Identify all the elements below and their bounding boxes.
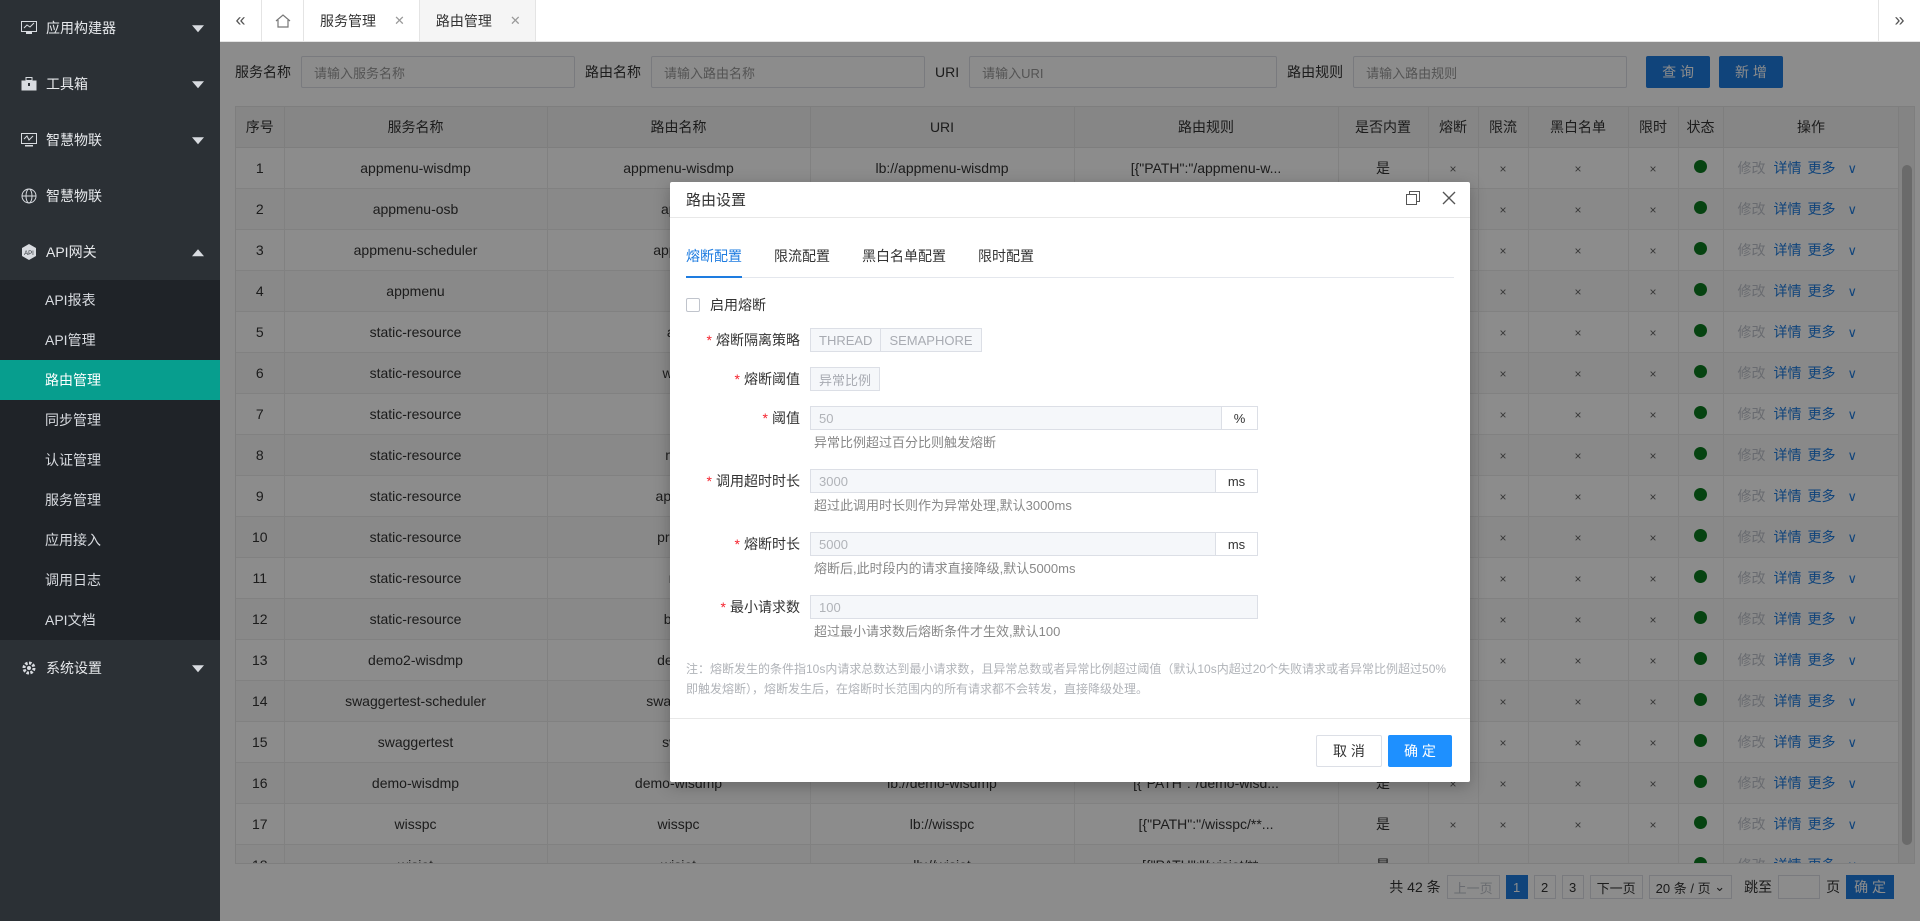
menu-label: API网关 [46,244,97,260]
sidebar-item-sync-manage[interactable]: 同步管理 [0,400,220,440]
duration-hint: 熔断后,此时段内的请求直接降级,默认5000ms [814,561,1076,576]
gear-icon [20,659,38,677]
tab-rate-limit[interactable]: 限流配置 [774,246,830,278]
collapse-right-icon[interactable]: » [1878,0,1920,41]
dialog-header: 路由设置 [670,182,1470,218]
tab-time-limit[interactable]: 限时配置 [978,246,1034,278]
chevron-down-icon [192,25,204,33]
toolbox-icon [20,75,38,93]
sidebar-item-service-manage[interactable]: 服务管理 [0,480,220,520]
duration-unit: ms [1216,532,1258,556]
cancel-button[interactable]: 取 消 [1316,735,1382,767]
min-request-input[interactable]: 100 [810,595,1258,619]
timeout-row: * 调用超时时长 3000 ms [670,469,1258,493]
sidebar-item-api-report[interactable]: API报表 [0,280,220,320]
globe-icon [20,187,38,205]
strategy-row: * 熔断隔离策略 THREAD SEMAPHORE [670,328,982,352]
tab-label: 路由管理 [435,12,492,29]
duration-row: * 熔断时长 5000 ms [670,532,1258,556]
timeout-input[interactable]: 3000 [810,469,1216,493]
sidebar-item-call-log[interactable]: 调用日志 [0,560,220,600]
strategy-segmented[interactable]: THREAD SEMAPHORE [810,328,982,352]
strategy-option-semaphore[interactable]: SEMAPHORE [880,329,980,351]
api-gateway-icon: API [20,243,38,261]
threshold-type-segmented[interactable]: 异常比例 [810,367,881,391]
menu-label: 智慧物联 [46,132,102,148]
strategy-option-thread[interactable]: THREAD [811,329,880,351]
circuit-breaker-note: 注：熔断发生的条件指10s内请求总数达到最小请求数，且异常总数或者异常比例超过阈… [686,662,1447,696]
dialog-tabs: 熔断配置 限流配置 黑白名单配置 限时配置 [686,246,1454,278]
threshold-type-option[interactable]: 异常比例 [811,368,879,390]
enable-circuit-breaker[interactable]: 启用熔断 [686,295,766,315]
chevron-down-icon [192,665,204,673]
threshold-unit: % [1222,406,1258,430]
threshold-input[interactable]: 50 [810,406,1222,430]
dialog-title: 路由设置 [686,192,747,209]
monitor-icon [20,131,38,149]
chevron-down-icon [192,81,204,89]
duration-input[interactable]: 5000 [810,532,1216,556]
timeout-unit: ms [1216,469,1258,493]
menu-settings[interactable]: 系统设置 [0,640,220,696]
route-settings-dialog: 路由设置 熔断配置 限流配置 黑白名单配置 限时配置 启用熔断 * 熔断隔离策略 … [670,182,1470,782]
tab-route-manage[interactable]: 路由管理 ✕ [419,0,536,41]
menu-label: 应用构建器 [46,20,116,36]
home-icon[interactable] [262,0,304,41]
sidebar: 应用构建器 工具箱 智慧物联 智慧物联 API API网关 API报表 API管… [0,0,220,921]
threshold-label: 阈值 [772,410,800,426]
close-icon[interactable]: ✕ [510,13,521,29]
min-request-hint: 超过最小请求数后熔断条件才生效,默认100 [814,624,1061,639]
collapse-left-icon[interactable]: « [220,0,262,41]
menu-toolbox[interactable]: 工具箱 [0,56,220,112]
tab-label: 服务管理 [320,12,376,29]
app-builder-icon [20,19,38,37]
sidebar-item-auth-manage[interactable]: 认证管理 [0,440,220,480]
tab-bar: « 服务管理 ✕ 路由管理 ✕ » [220,0,1920,42]
sidebar-item-route-manage[interactable]: 路由管理 [0,360,220,400]
min-request-label: 最小请求数 [730,599,800,615]
sidebar-item-api-doc[interactable]: API文档 [0,600,220,640]
threshold-type-label: 熔断阈值 [744,371,800,387]
menu-app-builder[interactable]: 应用构建器 [0,0,220,56]
dialog-footer: 取 消 确 定 [670,718,1470,782]
tab-service-manage[interactable]: 服务管理 ✕ [304,0,420,41]
duration-label: 熔断时长 [744,536,800,552]
close-icon[interactable]: ✕ [394,13,405,29]
timeout-label: 调用超时时长 [716,473,800,489]
enable-checkbox[interactable] [686,298,700,312]
threshold-type-row: * 熔断阈值 异常比例 [670,367,881,391]
maximize-icon[interactable] [1406,190,1420,210]
chevron-up-icon [192,249,204,257]
menu-iot-2[interactable]: 智慧物联 [0,168,220,224]
menu-iot-1[interactable]: 智慧物联 [0,112,220,168]
confirm-button[interactable]: 确 定 [1388,735,1452,767]
menu-label: 工具箱 [46,76,88,92]
tab-circuit-breaker[interactable]: 熔断配置 [686,246,742,278]
timeout-hint: 超过此调用时长则作为异常处理,默认3000ms [814,498,1072,513]
chevron-down-icon [192,137,204,145]
sidebar-item-api-manage[interactable]: API管理 [0,320,220,360]
menu-label: 系统设置 [46,660,102,676]
close-icon[interactable] [1442,191,1456,210]
svg-text:API: API [24,251,34,257]
threshold-hint: 异常比例超过百分比则触发熔断 [814,435,997,450]
enable-label: 启用熔断 [710,297,766,313]
tab-black-white-list[interactable]: 黑白名单配置 [862,246,946,278]
min-request-row: * 最小请求数 100 [670,595,1258,619]
threshold-row: * 阈值 50 % [670,406,1258,430]
menu-label: 智慧物联 [46,188,102,204]
menu-api-gateway[interactable]: API API网关 [0,224,220,280]
api-gateway-submenu: API报表 API管理 路由管理 同步管理 认证管理 服务管理 应用接入 调用日… [0,280,220,640]
sidebar-item-app-access[interactable]: 应用接入 [0,520,220,560]
strategy-label: 熔断隔离策略 [716,332,800,348]
